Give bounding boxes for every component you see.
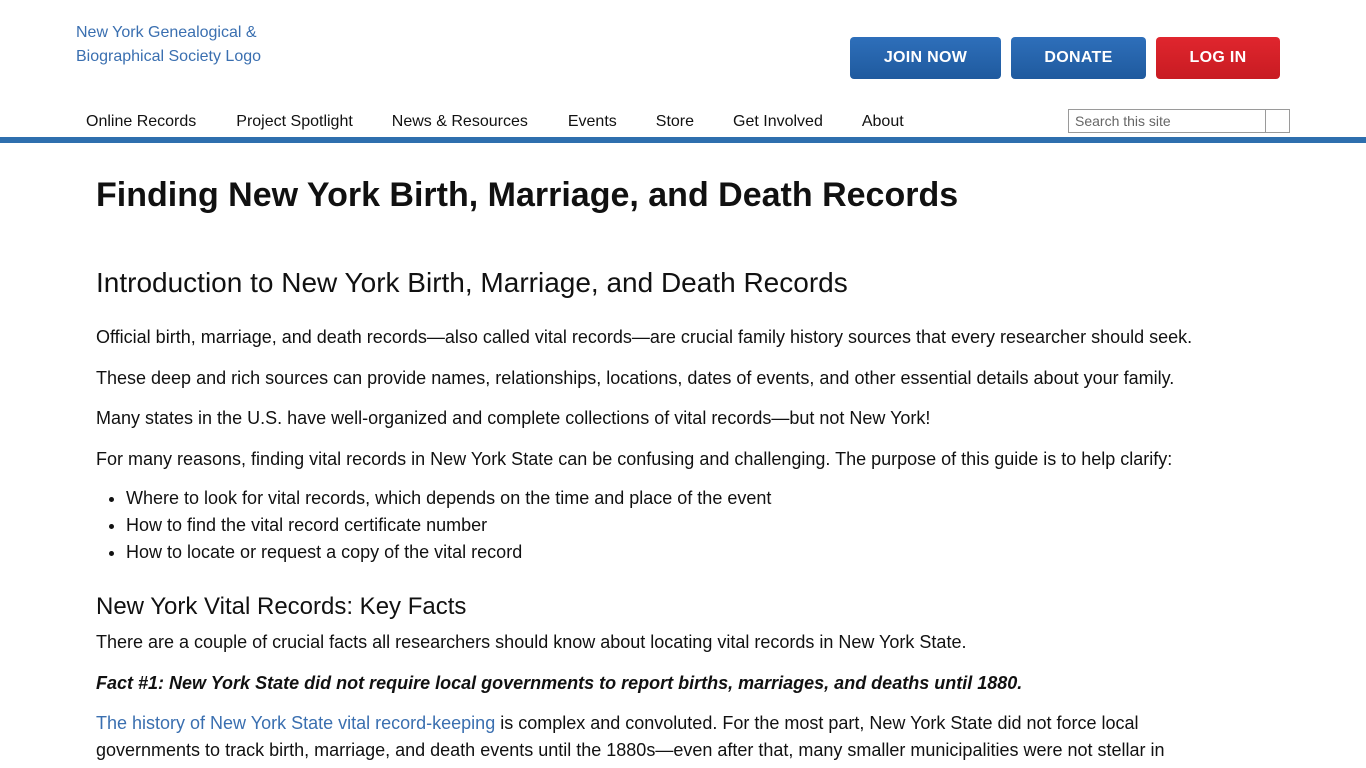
join-now-button[interactable]: JOIN NOW bbox=[850, 37, 1001, 79]
paragraph-2: These deep and rich sources can provide … bbox=[96, 368, 1175, 388]
nav-item-store[interactable]: Store bbox=[656, 113, 694, 131]
nav-item-online-records[interactable]: Online Records bbox=[86, 113, 196, 131]
search-button[interactable] bbox=[1265, 110, 1289, 132]
header-actions: JOIN NOW DONATE LOG IN bbox=[850, 37, 1280, 79]
nav-item-events[interactable]: Events bbox=[568, 113, 617, 131]
paragraph-1: Official birth, marriage, and death reco… bbox=[96, 327, 1193, 347]
logo-alt-text: New York Genealogical & Biographical Soc… bbox=[76, 24, 262, 65]
header-divider bbox=[0, 137, 1366, 143]
history-paragraph-line-1: The history of New York State vital reco… bbox=[96, 710, 1139, 737]
history-paragraph-line-2: governments to track birth, marriage, an… bbox=[96, 740, 1165, 760]
paragraph-4: For many reasons, finding vital records … bbox=[96, 449, 1173, 469]
facts-intro: There are a couple of crucial facts all … bbox=[96, 632, 967, 652]
nav-item-news-resources[interactable]: News & Resources bbox=[392, 113, 528, 131]
key-facts-heading: New York Vital Records: Key Facts bbox=[96, 593, 467, 620]
site-search bbox=[1068, 109, 1290, 133]
site-logo[interactable]: New York Genealogical & Biographical Soc… bbox=[76, 21, 316, 69]
page-title: Finding New York Birth, Marriage, and De… bbox=[96, 176, 959, 214]
history-link[interactable]: The history of New York State vital reco… bbox=[96, 713, 495, 733]
nav-item-get-involved[interactable]: Get Involved bbox=[733, 113, 823, 131]
intro-heading: Introduction to New York Birth, Marriage… bbox=[96, 267, 848, 298]
log-in-button[interactable]: LOG IN bbox=[1156, 37, 1280, 79]
purpose-list: Where to look for vital records, which d… bbox=[126, 485, 771, 566]
nav-item-about[interactable]: About bbox=[862, 113, 904, 131]
list-item: Where to look for vital records, which d… bbox=[126, 485, 771, 512]
main-nav: Online Records Project Spotlight News & … bbox=[86, 113, 904, 131]
list-item: How to find the vital record certificate… bbox=[126, 512, 771, 539]
list-item: How to locate or request a copy of the v… bbox=[126, 539, 771, 566]
history-text: is complex and convoluted. For the most … bbox=[495, 713, 1139, 733]
fact-1: Fact #1: New York State did not require … bbox=[96, 673, 1023, 693]
paragraph-3: Many states in the U.S. have well-organi… bbox=[96, 408, 931, 428]
search-input[interactable] bbox=[1069, 110, 1265, 132]
nav-item-project-spotlight[interactable]: Project Spotlight bbox=[236, 113, 353, 131]
donate-button[interactable]: DONATE bbox=[1011, 37, 1146, 79]
